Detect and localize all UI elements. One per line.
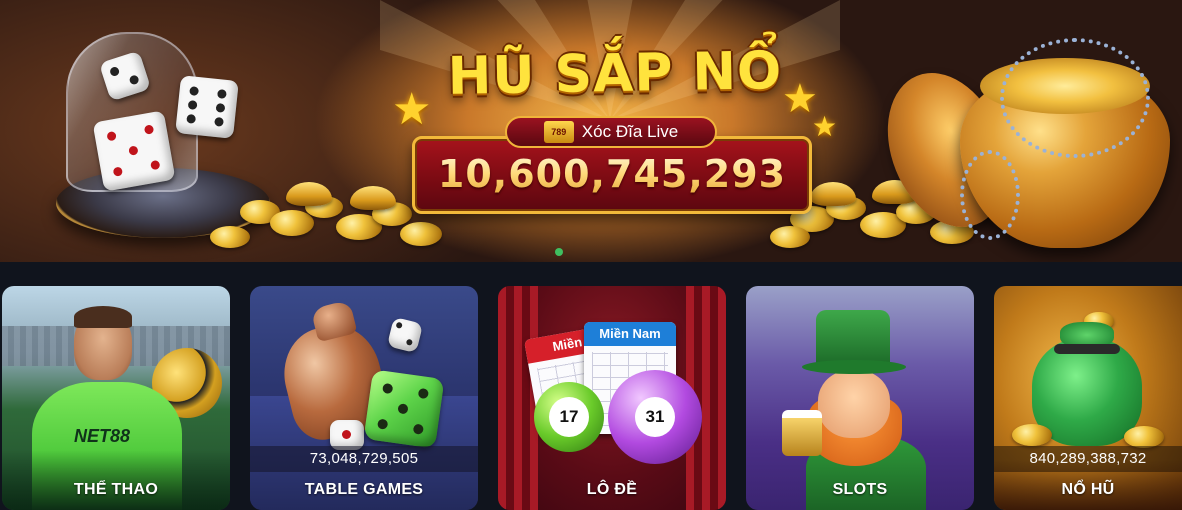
jackpot-title-wrap: HŨ SẮP NỔ (405, 41, 825, 124)
leprechaun-hat-brim (802, 360, 906, 374)
coin-icon (1124, 426, 1164, 448)
jackpot-amount: 73,048,729,505 (309, 450, 419, 467)
game-card-label: TABLE GAMES (304, 481, 424, 498)
game-card-label: LÔ ĐỀ (586, 481, 638, 498)
jackpot-value: 10,600,745,293 (412, 152, 812, 196)
game-logo-icon: 789 (543, 121, 574, 143)
ball-number: 17 (549, 397, 589, 437)
jackpot-title: HŨ SẮP NỔ (447, 41, 783, 107)
green-die-icon (363, 369, 445, 449)
ticket-title: Miền Nam (584, 322, 676, 346)
jersey-sponsor: NET88 (74, 426, 131, 446)
game-category-list: NET88 THỂ THAO 73,048,729,505 TABLE GAME… (0, 286, 1182, 510)
game-card-jackpot[interactable]: 840,289,388,732 NỔ HŨ (994, 286, 1182, 510)
die-icon (92, 110, 176, 192)
die-icon (175, 75, 239, 139)
lottery-ball-green: 17 (534, 382, 604, 452)
ball-number: 31 (635, 397, 675, 437)
game-card-label: THỂ THAO (73, 481, 159, 498)
jackpot-banner[interactable]: ★ ★ ★ HŨ SẮP NỔ 789 Xóc Đĩa Live 10,600,… (0, 0, 1182, 262)
game-card-slots[interactable]: SLOTS (746, 286, 974, 510)
money-bag-tie (1054, 344, 1120, 354)
player-hair (74, 306, 132, 328)
lottery-ball-purple: 31 (608, 370, 702, 464)
die-icon (386, 316, 424, 354)
game-card-label: NỔ HŨ (1061, 481, 1115, 498)
leprechaun-hat (816, 310, 890, 366)
pearl-necklace (960, 150, 1020, 240)
carousel-dot-active[interactable] (555, 248, 563, 256)
game-card-lottery[interactable]: Miền Miền Nam 17 31 LÔ ĐỀ (498, 286, 726, 510)
game-card-table-games[interactable]: 73,048,729,505 TABLE GAMES (250, 286, 478, 510)
leprechaun-face (818, 370, 890, 438)
jackpot-game-tag: 789 Xóc Đĩa Live (505, 116, 717, 148)
beer-mug-icon (782, 410, 822, 456)
game-card-sports[interactable]: NET88 THỂ THAO (2, 286, 230, 510)
jackpot-game-name: Xóc Đĩa Live (581, 122, 679, 141)
coin-icon (1012, 424, 1052, 446)
pearl-necklace (1000, 38, 1150, 158)
game-card-label: SLOTS (832, 481, 888, 498)
